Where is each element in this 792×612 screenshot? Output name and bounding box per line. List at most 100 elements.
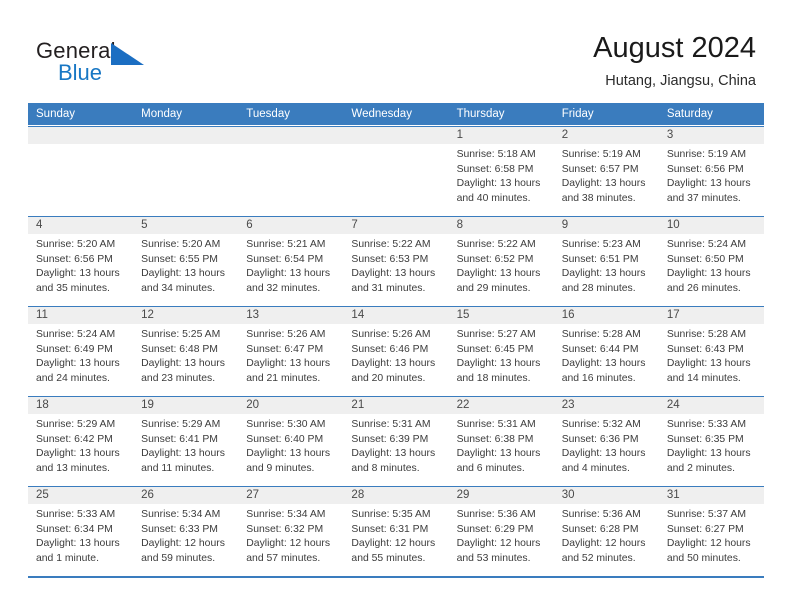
day-detail-line: Sunrise: 5:25 AM: [141, 329, 221, 340]
day-detail-line: Daylight: 13 hours: [246, 358, 331, 370]
day-detail-line: and 59 minutes.: [141, 552, 216, 564]
day-cell[interactable]: 23 Sunrise: 5:32 AM Sunset: 6:36 PM Dayligh…: [553, 396, 659, 485]
day-detail-line: Sunset: 6:35 PM: [666, 433, 744, 445]
day-cell[interactable]: 17 Sunrise: 5:28 AM Sunset: 6:43 PM Dayligh…: [658, 306, 764, 395]
day-detail-line: and 11 minutes.: [141, 462, 215, 474]
day-details: Sunrise: 5:33 AM Sunset: 6:34 PM Daylight:…: [28, 504, 133, 566]
day-detail-line: Daylight: 13 hours: [36, 538, 120, 550]
day-details: Sunrise: 5:33 AM Sunset: 6:35 PM Daylight:…: [659, 414, 764, 476]
day-detail-line: Sunrise: 5:34 AM: [246, 509, 326, 520]
day-detail-line: Sunset: 6:56 PM: [666, 163, 744, 175]
day-cell[interactable]: 15 Sunrise: 5:27 AM Sunset: 6:45 PM Dayligh…: [448, 306, 554, 395]
day-detail-line: Sunset: 6:38 PM: [456, 433, 534, 445]
day-detail-line: Sunrise: 5:22 AM: [351, 239, 431, 250]
day-cell[interactable]: 6 Sunrise: 5:21 AM Sunset: 6:54 PM Daylight…: [238, 216, 344, 305]
week-row: 25 Sunrise: 5:33 AM Sunset: 6:34 PM Dayligh…: [28, 485, 764, 576]
day-number: 13: [238, 307, 344, 324]
day-cell[interactable]: 31 Sunrise: 5:37 AM Sunset: 6:27 PM Dayligh…: [658, 486, 764, 576]
day-number: 9: [553, 217, 659, 234]
day-detail-line: and 21 minutes.: [246, 372, 321, 384]
day-detail-line: Sunrise: 5:33 AM: [36, 509, 116, 520]
day-detail-line: and 52 minutes.: [561, 552, 636, 564]
day-number: 19: [133, 397, 239, 414]
calendar-grid: Sunday Monday Tuesday Wednesday Thursday Frid…: [28, 103, 764, 578]
day-detail-line: Sunset: 6:43 PM: [666, 343, 744, 355]
weekday-header-row: Sunday Monday Tuesday Wednesday Thursday Frid…: [28, 103, 764, 125]
day-cell[interactable]: 24 Sunrise: 5:33 AM Sunset: 6:35 PM Dayligh…: [658, 396, 764, 485]
day-number: [28, 127, 134, 144]
day-detail-line: Daylight: 12 hours: [561, 538, 646, 550]
day-detail-line: and 34 minutes.: [141, 282, 216, 294]
day-detail-line: Sunrise: 5:24 AM: [36, 329, 116, 340]
calendar-page: General Blue August 2024 Hutang, Jiangsu…: [0, 0, 792, 612]
day-detail-line: Sunset: 6:39 PM: [351, 433, 429, 445]
day-cell[interactable]: 27 Sunrise: 5:34 AM Sunset: 6:32 PM Dayligh…: [238, 486, 344, 576]
day-cell[interactable]: 3 Sunrise: 5:19 AM Sunset: 6:56 PM Daylight…: [658, 126, 764, 215]
day-detail-line: Sunrise: 5:34 AM: [141, 509, 221, 520]
day-detail-line: Sunset: 6:52 PM: [456, 253, 534, 265]
day-detail-line: Sunrise: 5:27 AM: [456, 329, 536, 340]
page-header: General Blue August 2024 Hutang, Jiangsu…: [0, 0, 792, 103]
day-detail-line: Sunset: 6:46 PM: [351, 343, 429, 355]
day-cell[interactable]: 30 Sunrise: 5:36 AM Sunset: 6:28 PM Dayligh…: [553, 486, 659, 576]
day-cell[interactable]: 29 Sunrise: 5:36 AM Sunset: 6:29 PM Dayligh…: [448, 486, 554, 576]
day-cell[interactable]: 10 Sunrise: 5:24 AM Sunset: 6:50 PM Dayligh…: [658, 216, 764, 305]
day-detail-line: and 26 minutes.: [666, 282, 741, 294]
day-details: Sunrise: 5:26 AM Sunset: 6:46 PM Daylight:…: [343, 324, 448, 386]
day-detail-line: Daylight: 13 hours: [141, 358, 225, 370]
day-number: 5: [133, 217, 239, 234]
day-cell[interactable]: 16 Sunrise: 5:28 AM Sunset: 6:44 PM Dayligh…: [553, 306, 659, 395]
day-number: 27: [238, 487, 344, 504]
day-detail-line: Daylight: 12 hours: [141, 538, 225, 550]
day-cell[interactable]: 28 Sunrise: 5:35 AM Sunset: 6:31 PM Dayligh…: [343, 486, 449, 576]
day-details: Sunrise: 5:24 AM Sunset: 6:50 PM Daylight:…: [659, 234, 764, 296]
day-cell[interactable]: 4 Sunrise: 5:20 AM Sunset: 6:56 PM Daylight…: [28, 216, 134, 305]
day-detail-line: Daylight: 13 hours: [246, 448, 331, 460]
day-detail-line: and 9 minutes.: [246, 462, 315, 474]
day-cell[interactable]: 21 Sunrise: 5:31 AM Sunset: 6:39 PM Dayligh…: [343, 396, 449, 485]
day-details: Sunrise: 5:34 AM Sunset: 6:33 PM Daylight:…: [133, 504, 238, 566]
day-detail-line: and 37 minutes.: [666, 192, 741, 204]
day-number: 14: [343, 307, 449, 324]
general-blue-logo[interactable]: General Blue: [36, 38, 166, 88]
day-cell[interactable]: 13 Sunrise: 5:26 AM Sunset: 6:47 PM Dayligh…: [238, 306, 344, 395]
day-number: 11: [28, 307, 134, 324]
day-detail-line: Sunrise: 5:22 AM: [456, 239, 536, 250]
day-detail-line: Daylight: 13 hours: [561, 448, 646, 460]
day-details: Sunrise: 5:28 AM Sunset: 6:44 PM Daylight:…: [554, 324, 659, 386]
day-cell[interactable]: 1 Sunrise: 5:18 AM Sunset: 6:58 PM Daylight…: [448, 126, 554, 215]
day-cell[interactable]: 20 Sunrise: 5:30 AM Sunset: 6:40 PM Dayligh…: [238, 396, 344, 485]
day-detail-line: Sunset: 6:54 PM: [246, 253, 324, 265]
day-detail-line: and 38 minutes.: [561, 192, 636, 204]
day-cell[interactable]: 5 Sunrise: 5:20 AM Sunset: 6:55 PM Daylight…: [133, 216, 239, 305]
weekday-header-friday: Friday: [561, 108, 594, 120]
day-cell[interactable]: 19 Sunrise: 5:29 AM Sunset: 6:41 PM Dayligh…: [133, 396, 239, 485]
day-detail-line: Sunset: 6:29 PM: [456, 523, 534, 535]
day-number: 18: [28, 397, 134, 414]
day-detail-line: Daylight: 13 hours: [561, 178, 646, 190]
day-cell[interactable]: 2 Sunrise: 5:19 AM Sunset: 6:57 PM Daylight…: [553, 126, 659, 215]
day-cell[interactable]: 26 Sunrise: 5:34 AM Sunset: 6:33 PM Dayligh…: [133, 486, 239, 576]
day-cell[interactable]: 22 Sunrise: 5:31 AM Sunset: 6:38 PM Dayligh…: [448, 396, 554, 485]
day-detail-line: and 20 minutes.: [351, 372, 426, 384]
day-cell[interactable]: 14 Sunrise: 5:26 AM Sunset: 6:46 PM Dayligh…: [343, 306, 449, 395]
day-cell[interactable]: 7 Sunrise: 5:22 AM Sunset: 6:53 PM Daylight…: [343, 216, 449, 305]
day-cell[interactable]: 25 Sunrise: 5:33 AM Sunset: 6:34 PM Dayligh…: [28, 486, 134, 576]
day-cell[interactable]: 18 Sunrise: 5:29 AM Sunset: 6:42 PM Dayligh…: [28, 396, 134, 485]
day-cell[interactable]: 9 Sunrise: 5:23 AM Sunset: 6:51 PM Daylight…: [553, 216, 659, 305]
day-details: Sunrise: 5:31 AM Sunset: 6:38 PM Daylight:…: [449, 414, 554, 476]
day-cell[interactable]: 8 Sunrise: 5:22 AM Sunset: 6:52 PM Daylight…: [448, 216, 554, 305]
day-detail-line: and 55 minutes.: [351, 552, 426, 564]
day-cell[interactable]: 11 Sunrise: 5:24 AM Sunset: 6:49 PM Dayligh…: [28, 306, 134, 395]
day-detail-line: Sunrise: 5:37 AM: [666, 509, 746, 520]
day-detail-line: Daylight: 13 hours: [351, 268, 436, 280]
day-number: 20: [238, 397, 344, 414]
day-detail-line: Sunset: 6:42 PM: [36, 433, 113, 445]
day-detail-line: Daylight: 13 hours: [456, 358, 541, 370]
day-details: Sunrise: 5:19 AM Sunset: 6:56 PM Daylight:…: [659, 144, 764, 206]
day-detail-line: and 2 minutes.: [666, 462, 736, 474]
day-detail-line: Sunrise: 5:28 AM: [666, 329, 746, 340]
day-cell[interactable]: 12 Sunrise: 5:25 AM Sunset: 6:48 PM Dayligh…: [133, 306, 239, 395]
day-detail-line: Daylight: 12 hours: [351, 538, 436, 550]
day-detail-line: and 35 minutes.: [36, 282, 110, 294]
